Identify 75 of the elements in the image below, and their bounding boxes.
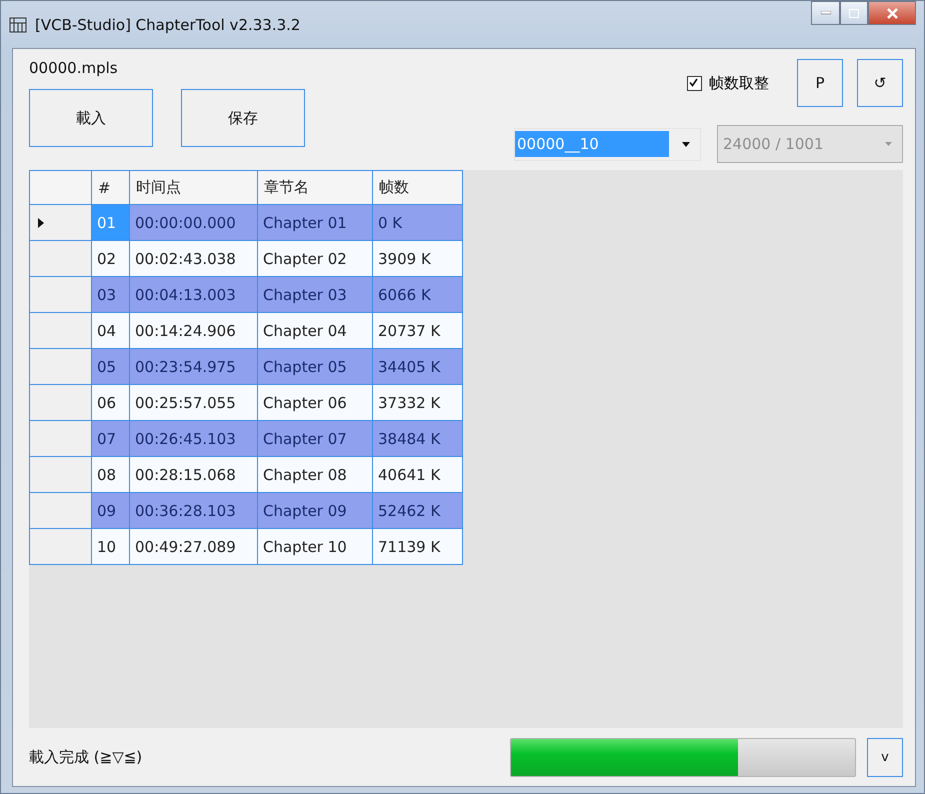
- table-cell: 37332 K: [372, 384, 462, 420]
- table-cell: 40641 K: [372, 456, 462, 492]
- row-header[interactable]: [30, 240, 92, 276]
- table-cell: 00:28:15.068: [130, 456, 258, 492]
- table-cell: 02: [92, 240, 130, 276]
- table-cell: 00:14:24.906: [130, 312, 258, 348]
- table-cell: Chapter 02: [258, 240, 372, 276]
- row-header[interactable]: [30, 348, 92, 384]
- row-header[interactable]: [30, 528, 92, 564]
- table-cell: Chapter 04: [258, 312, 372, 348]
- table-cell: Chapter 08: [258, 456, 372, 492]
- refresh-button[interactable]: ↺: [857, 59, 903, 107]
- row-header-corner: [30, 170, 92, 204]
- table-cell: Chapter 07: [258, 420, 372, 456]
- close-icon: [886, 8, 898, 18]
- load-button[interactable]: 載入: [29, 89, 153, 147]
- table-cell: 00:36:28.103: [130, 492, 258, 528]
- table-cell: 00:02:43.038: [130, 240, 258, 276]
- table-cell: 00:23:54.975: [130, 348, 258, 384]
- row-header[interactable]: [30, 456, 92, 492]
- save-button[interactable]: 保存: [181, 89, 305, 147]
- status-text: 載入完成 (≧▽≦): [29, 748, 142, 766]
- caret-icon: [885, 142, 892, 146]
- table-cell: Chapter 05: [258, 348, 372, 384]
- row-header[interactable]: [30, 492, 92, 528]
- row-header[interactable]: [30, 204, 92, 240]
- table-cell: 38484 K: [372, 420, 462, 456]
- table-cell: 20737 K: [372, 312, 462, 348]
- close-button[interactable]: [868, 1, 916, 25]
- table-cell: 6066 K: [372, 276, 462, 312]
- table-cell: 09: [92, 492, 130, 528]
- table-cell: Chapter 03: [258, 276, 372, 312]
- table-cell: 00:00:00.000: [130, 204, 258, 240]
- maximize-icon: [849, 8, 859, 18]
- expand-button[interactable]: v: [867, 738, 903, 776]
- table-cell: 0 K: [372, 204, 462, 240]
- table-cell: 00:49:27.089: [130, 528, 258, 564]
- caret-icon: [682, 142, 690, 146]
- minimize-icon: [820, 11, 830, 15]
- table-cell: 06: [92, 384, 130, 420]
- row-header[interactable]: [30, 384, 92, 420]
- table-cell: 00:26:45.103: [130, 420, 258, 456]
- minimize-button[interactable]: [811, 1, 840, 25]
- column-header[interactable]: 时间点: [130, 170, 258, 204]
- column-header[interactable]: 章节名: [258, 170, 372, 204]
- table-cell: Chapter 10: [258, 528, 372, 564]
- table-cell: 00:04:13.003: [130, 276, 258, 312]
- table-cell: 05: [92, 348, 130, 384]
- table-cell: Chapter 01: [258, 204, 372, 240]
- column-header[interactable]: #: [92, 170, 130, 204]
- table-cell: 00:25:57.055: [130, 384, 258, 420]
- table-cell: 03: [92, 276, 130, 312]
- table-cell: 71139 K: [372, 528, 462, 564]
- table-cell: 52462 K: [372, 492, 462, 528]
- table-cell: 3909 K: [372, 240, 462, 276]
- checkmark-icon: [688, 76, 699, 88]
- app-icon: [9, 16, 27, 32]
- table-cell: Chapter 06: [258, 384, 372, 420]
- row-header[interactable]: [30, 312, 92, 348]
- file-name: 00000.mpls: [29, 59, 119, 77]
- column-header[interactable]: 帧数: [372, 170, 462, 204]
- table-cell: 07: [92, 420, 130, 456]
- maximize-button[interactable]: [840, 1, 868, 25]
- checkbox[interactable]: [687, 76, 702, 90]
- window-title: [VCB-Studio] ChapterTool v2.33.3.2: [35, 16, 300, 34]
- table-cell: 34405 K: [372, 348, 462, 384]
- row-header[interactable]: [30, 420, 92, 456]
- table-cell: 10: [92, 528, 130, 564]
- table-cell: 04: [92, 312, 130, 348]
- table-cell: Chapter 09: [258, 492, 372, 528]
- p-button[interactable]: P: [797, 59, 843, 107]
- table-cell: 08: [92, 456, 130, 492]
- row-header[interactable]: [30, 276, 92, 312]
- checkbox-label: 帧数取整: [709, 74, 769, 92]
- table-cell: 01: [92, 204, 130, 240]
